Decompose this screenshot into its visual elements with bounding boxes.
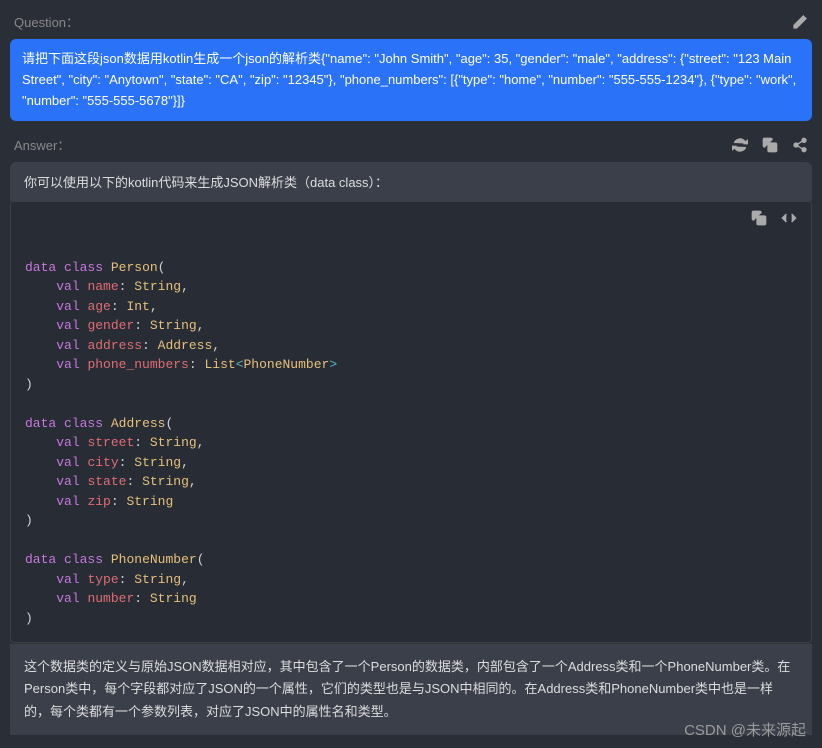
copy-icon[interactable]: [762, 137, 778, 153]
code-block: data class Person( val name: String, val…: [11, 234, 811, 642]
question-text: 请把下面这段json数据用kotlin生成一个json的解析类{"name": …: [10, 39, 812, 121]
code-container: data class Person( val name: String, val…: [10, 201, 812, 643]
code-toggle-icon[interactable]: [781, 210, 797, 226]
code-copy-icon[interactable]: [751, 210, 767, 226]
refresh-icon[interactable]: [732, 137, 748, 153]
question-header: Question：: [8, 8, 814, 35]
share-icon[interactable]: [792, 137, 808, 153]
answer-header: Answer：: [8, 131, 814, 158]
code-toolbar: [11, 202, 811, 234]
question-label: Question：: [14, 12, 79, 31]
answer-label: Answer：: [14, 135, 70, 154]
answer-intro: 你可以使用以下的kotlin代码来生成JSON解析类（data class）：: [10, 162, 812, 201]
edit-icon[interactable]: [792, 14, 808, 30]
